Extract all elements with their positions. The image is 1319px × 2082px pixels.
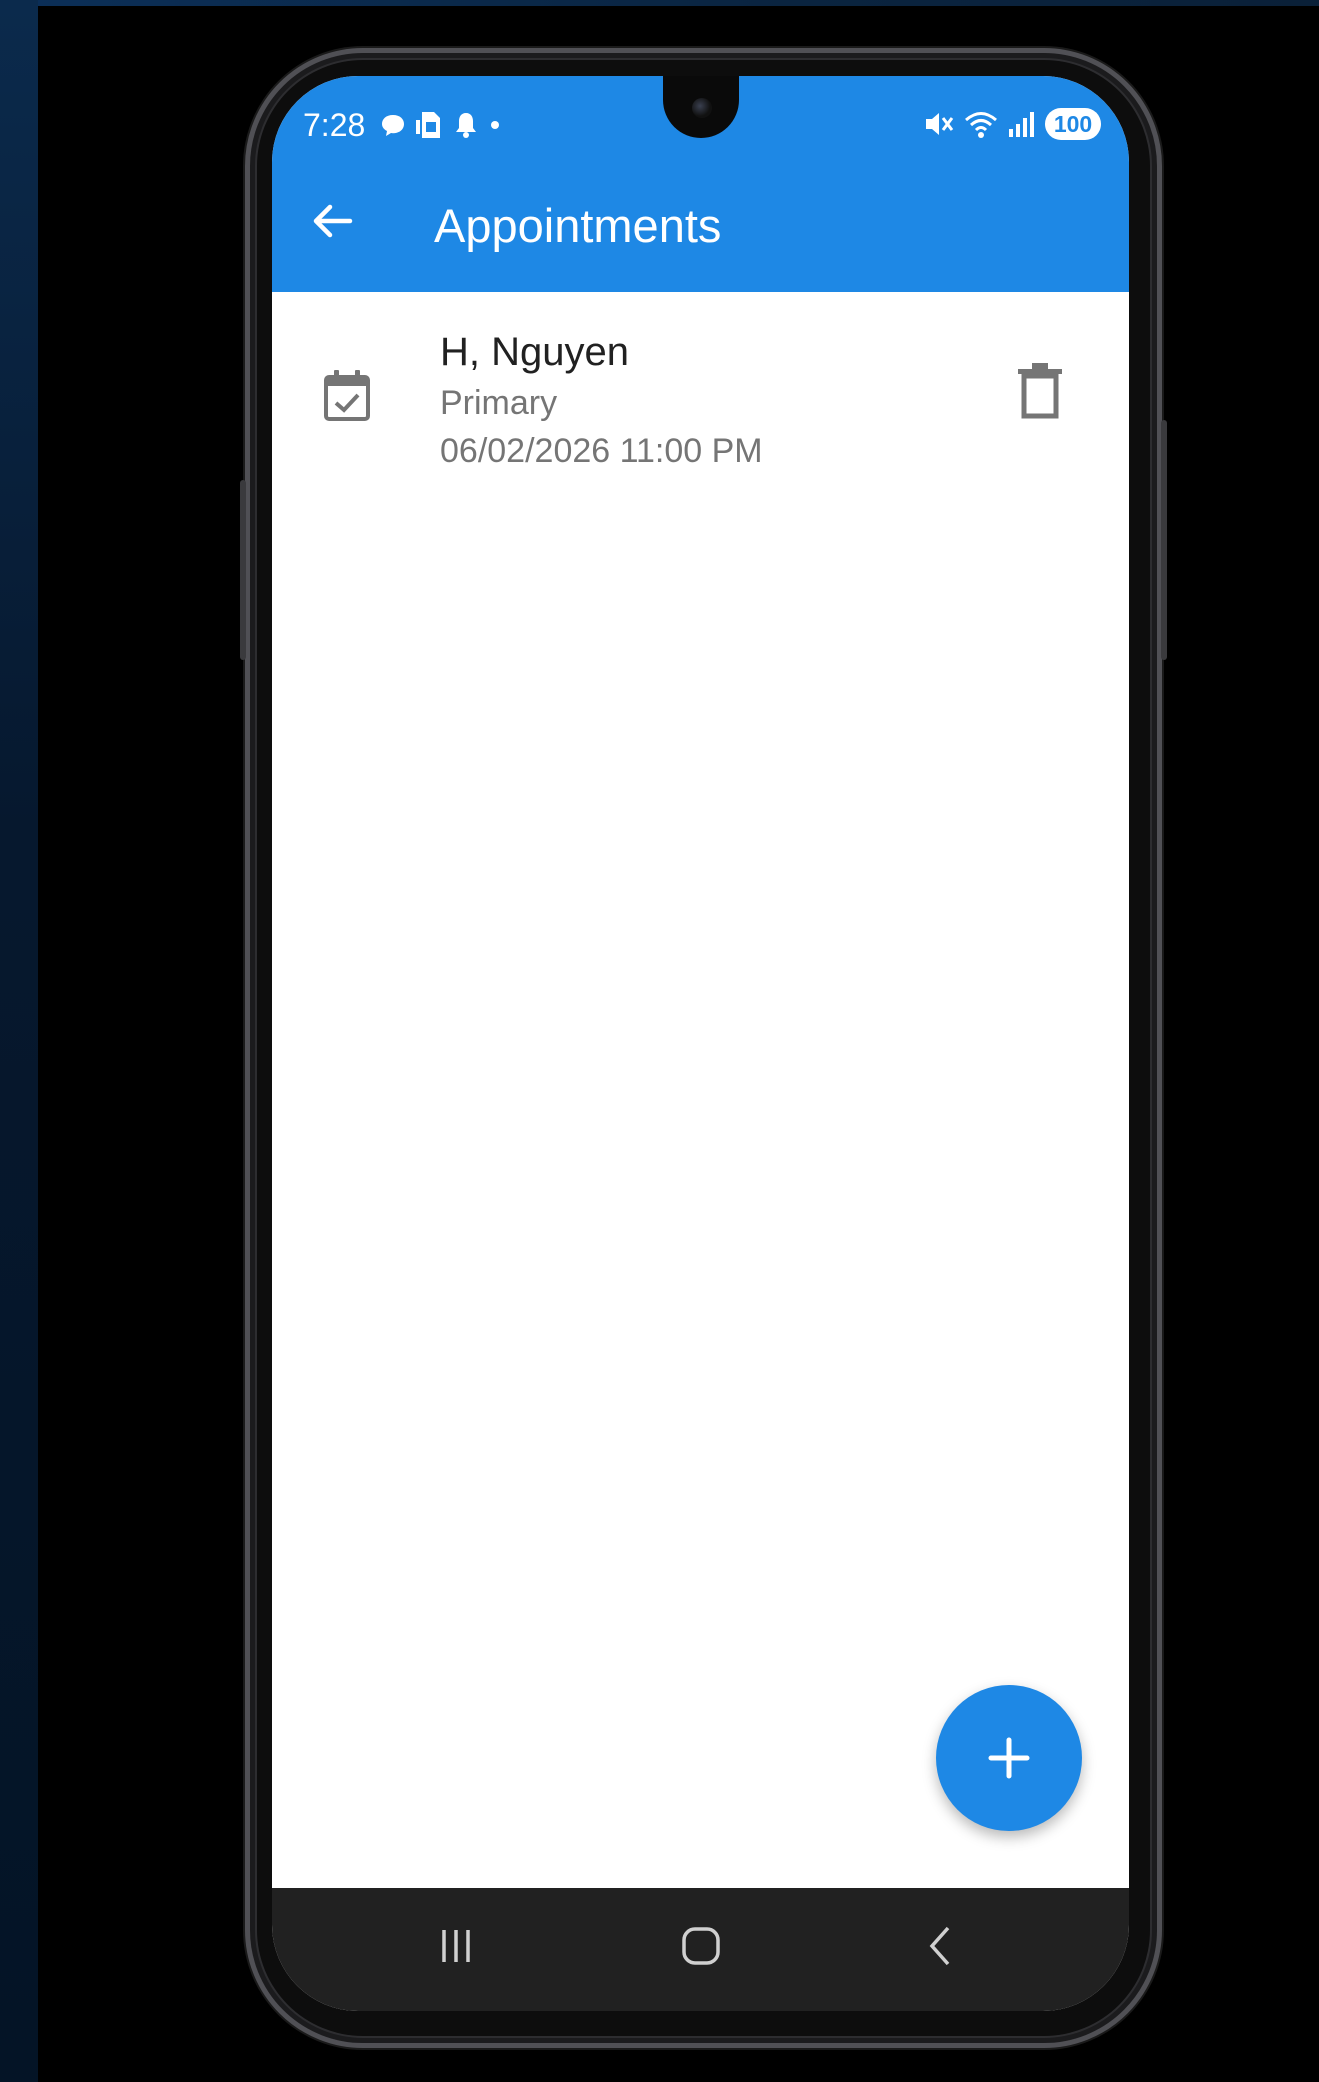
wifi-icon — [965, 112, 997, 138]
back-arrow-icon[interactable] — [310, 198, 356, 244]
status-icons-left — [380, 110, 502, 140]
delete-icon[interactable] — [1016, 362, 1064, 420]
chevron-left-icon — [929, 1926, 950, 1966]
appointment-type: Primary — [440, 384, 558, 422]
system-back-button[interactable] — [910, 1916, 970, 1976]
background-strip-top — [0, 0, 1319, 6]
appointment-datetime: 06/02/2026 11:00 PM — [440, 432, 763, 470]
home-button[interactable] — [671, 1916, 731, 1976]
sim-card-icon — [416, 112, 440, 138]
power-button — [1161, 420, 1167, 660]
appointment-list-item[interactable]: H, Nguyen Primary 06/02/2026 11:00 PM — [272, 292, 1129, 472]
chat-bubble-icon — [382, 115, 404, 136]
page: 7:28 100 Appointments H, Nguyen Primary … — [0, 0, 1319, 2082]
status-time: 7:28 — [303, 107, 366, 143]
status-icons-right: 100 — [923, 108, 1101, 140]
front-camera — [692, 98, 712, 118]
system-nav-bar — [272, 1888, 1129, 2011]
phone-screen: 7:28 100 Appointments H, Nguyen Primary … — [272, 76, 1129, 2011]
add-appointment-button[interactable] — [936, 1685, 1082, 1831]
background-strip-left — [0, 0, 38, 2082]
recent-apps-button[interactable] — [426, 1916, 486, 1976]
calendar-check-icon — [324, 370, 370, 421]
battery-indicator: 100 — [1045, 108, 1101, 140]
bell-icon — [456, 113, 476, 138]
recent-apps-icon — [442, 1930, 470, 1962]
dot-icon — [491, 121, 499, 129]
appointment-name: H, Nguyen — [440, 330, 629, 374]
signal-icon — [1009, 112, 1034, 137]
page-title: Appointments — [434, 199, 722, 252]
mute-icon — [926, 113, 954, 135]
volume-button — [240, 480, 246, 660]
app-bar: 7:28 100 Appointments — [272, 76, 1129, 292]
plus-icon — [988, 1737, 1030, 1779]
home-icon — [682, 1927, 720, 1965]
